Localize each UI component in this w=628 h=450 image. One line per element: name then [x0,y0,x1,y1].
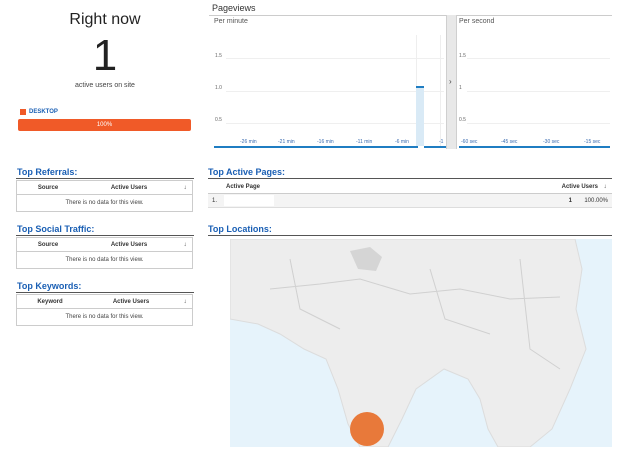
chart-baseline [459,146,610,148]
x-tick: -60 sec [461,139,478,145]
per-minute-label: Per minute [214,18,248,25]
top-referrals-title: Top Referrals: [17,167,78,177]
location-marker[interactable] [350,412,384,446]
device-label: DESKTOP [29,109,58,115]
right-now-title: Right now [69,11,141,28]
sort-down-icon[interactable]: ↓ [598,184,612,190]
col-source[interactable]: Source [17,185,79,191]
row-percent: 100.00% [584,197,608,204]
col-active-users[interactable]: Active Users [83,299,179,305]
top-referrals-table: Source Active Users ↓ There is no data f… [16,180,193,212]
row-index: 1. [212,197,218,204]
table-header: Keyword Active Users ↓ [17,295,192,309]
pageview-bar[interactable] [416,87,424,146]
grid-line [440,35,441,147]
y-tick: 0.5 [215,117,222,123]
sort-down-icon[interactable]: ↓ [179,242,191,248]
table-header: Source Active Users ↓ [17,181,192,195]
section-rule [16,292,194,293]
x-tick: -21 min [278,139,295,145]
top-social-title: Top Social Traffic: [17,224,95,234]
x-tick: -1 [439,139,444,145]
active-users-count: 1 [92,31,118,80]
grid-line [467,91,610,92]
locations-map[interactable] [230,239,612,447]
y-tick: 0.5 [459,117,466,123]
grid-line [226,58,444,59]
y-tick: 1 [459,85,462,91]
per-minute-chart: Per minute 1.5 1.0 0.5 -26 min -21 min -… [212,15,446,149]
table-header: Source Active Users ↓ [17,238,192,252]
pageview-bar-top [416,86,424,89]
col-active-users[interactable]: Active Users [79,242,179,248]
sort-down-icon[interactable]: ↓ [179,299,191,305]
sort-down-icon[interactable]: ↓ [179,185,191,191]
empty-message: There is no data for this view. [65,200,144,206]
section-rule [16,235,194,236]
pageviews-title: Pageviews [212,3,256,13]
per-second-chart: Per second 1.5 1 0.5 -60 sec -45 sec -30… [457,15,612,149]
x-tick: -45 sec [501,139,518,145]
device-legend: DESKTOP [20,109,58,115]
land-mass [230,239,587,447]
section-rule [208,178,612,179]
active-page-link[interactable] [224,195,274,206]
table-row[interactable]: 1. 1 100.00% [208,194,612,208]
x-tick: -11 min [356,139,373,145]
x-tick: -6 min [395,139,409,145]
top-social-table: Source Active Users ↓ There is no data f… [16,237,193,269]
col-active-users[interactable]: Active Users [538,184,598,190]
table-header: Active Page Active Users ↓ [208,180,612,194]
col-source[interactable]: Source [17,242,79,248]
device-percent-label: 100% [96,122,113,128]
grid-line [467,58,610,59]
map-svg [230,239,587,447]
desktop-swatch [20,109,26,115]
col-active-users[interactable]: Active Users [79,185,179,191]
x-tick: -30 sec [543,139,560,145]
y-tick: 1.5 [215,53,222,59]
empty-message: There is no data for this view. [65,314,144,320]
top-active-pages-title: Top Active Pages: [208,167,286,177]
device-share-bar[interactable]: 100% [18,119,191,131]
x-tick: -26 min [240,139,257,145]
x-tick: -16 min [317,139,334,145]
col-keyword[interactable]: Keyword [17,299,83,305]
empty-message: There is no data for this view. [65,257,144,263]
grid-line [226,91,444,92]
active-users-subtitle: active users on site [75,82,135,89]
row-users: 1 [568,197,572,204]
top-active-pages-table: Active Page Active Users ↓ 1. 1 100.00% [208,180,612,208]
grid-line [226,123,444,124]
top-keywords-table: Keyword Active Users ↓ There is no data … [16,294,193,326]
expand-arrow-icon[interactable]: › [449,77,452,86]
top-locations-title: Top Locations: [208,224,272,234]
y-tick: 1.5 [459,53,466,59]
x-tick: -15 sec [584,139,601,145]
top-keywords-title: Top Keywords: [17,281,82,291]
chart-baseline [214,146,418,148]
col-active-page[interactable]: Active Page [208,184,262,190]
chart-baseline [424,146,446,148]
grid-line [467,123,610,124]
section-rule [208,235,612,236]
section-rule [16,178,194,179]
per-second-label: Per second [459,18,495,25]
y-tick: 1.0 [215,85,222,91]
